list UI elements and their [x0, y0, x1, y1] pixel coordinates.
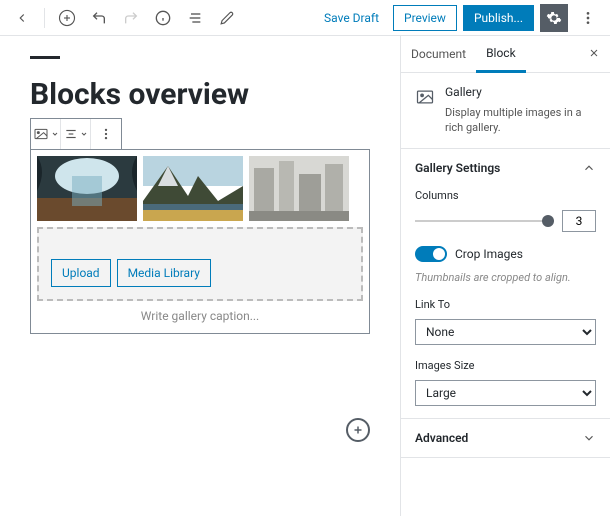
- media-library-button[interactable]: Media Library: [117, 259, 211, 287]
- panel-heading: Gallery Settings: [415, 161, 500, 175]
- gallery-caption-input[interactable]: Write gallery caption...: [37, 301, 363, 327]
- title-separator: [30, 56, 60, 59]
- gallery-icon: [415, 87, 435, 136]
- gallery-settings-panel: Gallery Settings Columns Crop Images Thu…: [401, 149, 610, 419]
- chevron-down-icon: [582, 431, 596, 445]
- gallery-dropzone[interactable]: Upload Media Library: [37, 227, 363, 301]
- close-sidebar-button[interactable]: [578, 39, 610, 70]
- top-toolbar: Save Draft Preview Publish...: [0, 0, 610, 36]
- settings-button[interactable]: [540, 4, 568, 32]
- main: Blocks overview Upload Media Library Wri…: [0, 36, 610, 516]
- advanced-toggle[interactable]: Advanced: [415, 431, 596, 445]
- align-button[interactable]: [61, 119, 91, 149]
- toolbar-left: [8, 4, 241, 32]
- block-name: Gallery: [445, 85, 596, 99]
- slider-knob[interactable]: [542, 215, 554, 227]
- columns-label: Columns: [415, 189, 596, 202]
- editor-canvas[interactable]: Blocks overview Upload Media Library Wri…: [0, 36, 400, 516]
- image-size-label: Images Size: [415, 359, 596, 372]
- more-menu-button[interactable]: [574, 4, 602, 32]
- block-description: Display multiple images in a rich galler…: [445, 105, 596, 136]
- publish-button[interactable]: Publish...: [463, 5, 534, 31]
- divider: [44, 8, 45, 28]
- link-to-label: Link To: [415, 298, 596, 311]
- info-button[interactable]: [149, 4, 177, 32]
- gallery-image-2[interactable]: [143, 156, 243, 221]
- link-to-field: Link To None: [415, 298, 596, 345]
- post-title[interactable]: Blocks overview: [30, 77, 370, 112]
- redo-button[interactable]: [117, 4, 145, 32]
- image-size-select[interactable]: Large: [415, 380, 596, 406]
- outline-button[interactable]: [181, 4, 209, 32]
- gallery-image-1[interactable]: [37, 156, 137, 221]
- columns-field: Columns: [415, 189, 596, 232]
- crop-label: Crop Images: [455, 247, 523, 261]
- back-button[interactable]: [8, 4, 36, 32]
- upload-button[interactable]: Upload: [51, 259, 111, 287]
- gallery-block[interactable]: Upload Media Library Write gallery capti…: [30, 149, 370, 334]
- save-draft-button[interactable]: Save Draft: [316, 5, 387, 31]
- crop-toggle[interactable]: [415, 246, 447, 262]
- block-info-panel: Gallery Display multiple images in a ric…: [401, 73, 610, 149]
- columns-slider[interactable]: [415, 220, 554, 222]
- edit-button[interactable]: [213, 4, 241, 32]
- link-to-select[interactable]: None: [415, 319, 596, 345]
- crop-hint: Thumbnails are cropped to align.: [415, 271, 596, 284]
- gallery-image-3[interactable]: [249, 156, 349, 221]
- tab-document[interactable]: Document: [401, 37, 476, 71]
- advanced-panel: Advanced: [401, 419, 610, 458]
- gallery-thumbs: [37, 156, 363, 221]
- undo-button[interactable]: [85, 4, 113, 32]
- gallery-settings-toggle[interactable]: Gallery Settings: [415, 161, 596, 175]
- panel-heading: Advanced: [415, 431, 468, 445]
- block-toolbar: [30, 118, 122, 150]
- preview-button[interactable]: Preview: [393, 5, 457, 31]
- chevron-up-icon: [582, 161, 596, 175]
- columns-input[interactable]: [562, 210, 596, 232]
- block-type-button[interactable]: [31, 119, 61, 149]
- settings-sidebar: Document Block Gallery Display multiple …: [400, 36, 610, 516]
- add-block-button[interactable]: [53, 4, 81, 32]
- tab-block[interactable]: Block: [476, 36, 526, 73]
- crop-field: Crop Images Thumbnails are cropped to al…: [415, 246, 596, 284]
- toolbar-right: Save Draft Preview Publish...: [316, 4, 602, 32]
- image-size-field: Images Size Large: [415, 359, 596, 406]
- sidebar-tabs: Document Block: [401, 36, 610, 73]
- block-more-button[interactable]: [91, 119, 121, 149]
- add-block-trailing-button[interactable]: [346, 418, 370, 442]
